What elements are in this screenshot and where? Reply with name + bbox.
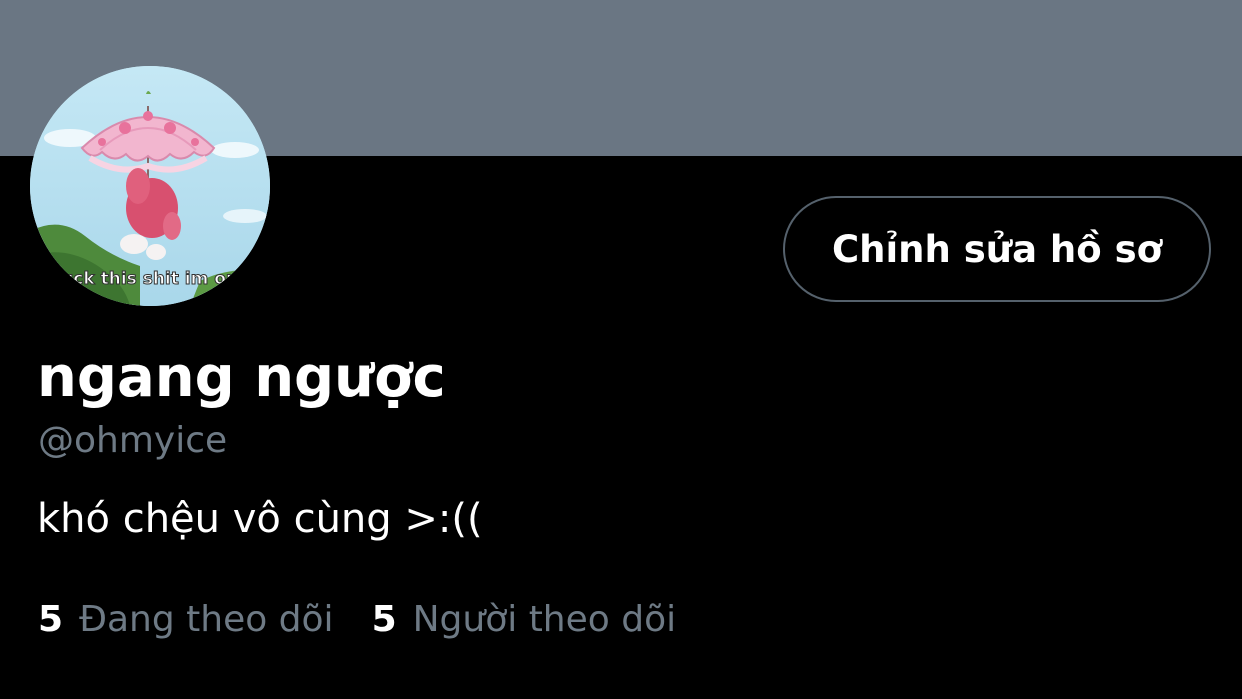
following-label: Đang theo dõi bbox=[79, 599, 334, 640]
following-link[interactable]: 5 Đang theo dõi bbox=[38, 596, 334, 644]
profile-page: fuck this shit im out Chỉnh sửa hồ sơ ng… bbox=[0, 0, 1242, 699]
username-handle: @ohmyice bbox=[38, 420, 228, 461]
display-name: ngang ngược bbox=[37, 345, 446, 410]
profile-bio: khó chệu vô cùng >:(( bbox=[37, 496, 483, 542]
followers-link[interactable]: 5 Người theo dõi bbox=[372, 596, 677, 644]
followers-label: Người theo dõi bbox=[412, 599, 677, 640]
avatar-caption: fuck this shit im out bbox=[54, 269, 246, 289]
edit-profile-button[interactable]: Chỉnh sửa hồ sơ bbox=[783, 196, 1211, 302]
avatar[interactable]: fuck this shit im out bbox=[30, 66, 270, 306]
following-count: 5 bbox=[38, 599, 64, 640]
follow-stats: 5 Đang theo dõi 5 Người theo dõi bbox=[38, 596, 676, 644]
followers-count: 5 bbox=[371, 599, 397, 640]
edit-profile-label: Chỉnh sửa hồ sơ bbox=[831, 227, 1163, 271]
avatar-image: fuck this shit im out bbox=[30, 66, 270, 306]
